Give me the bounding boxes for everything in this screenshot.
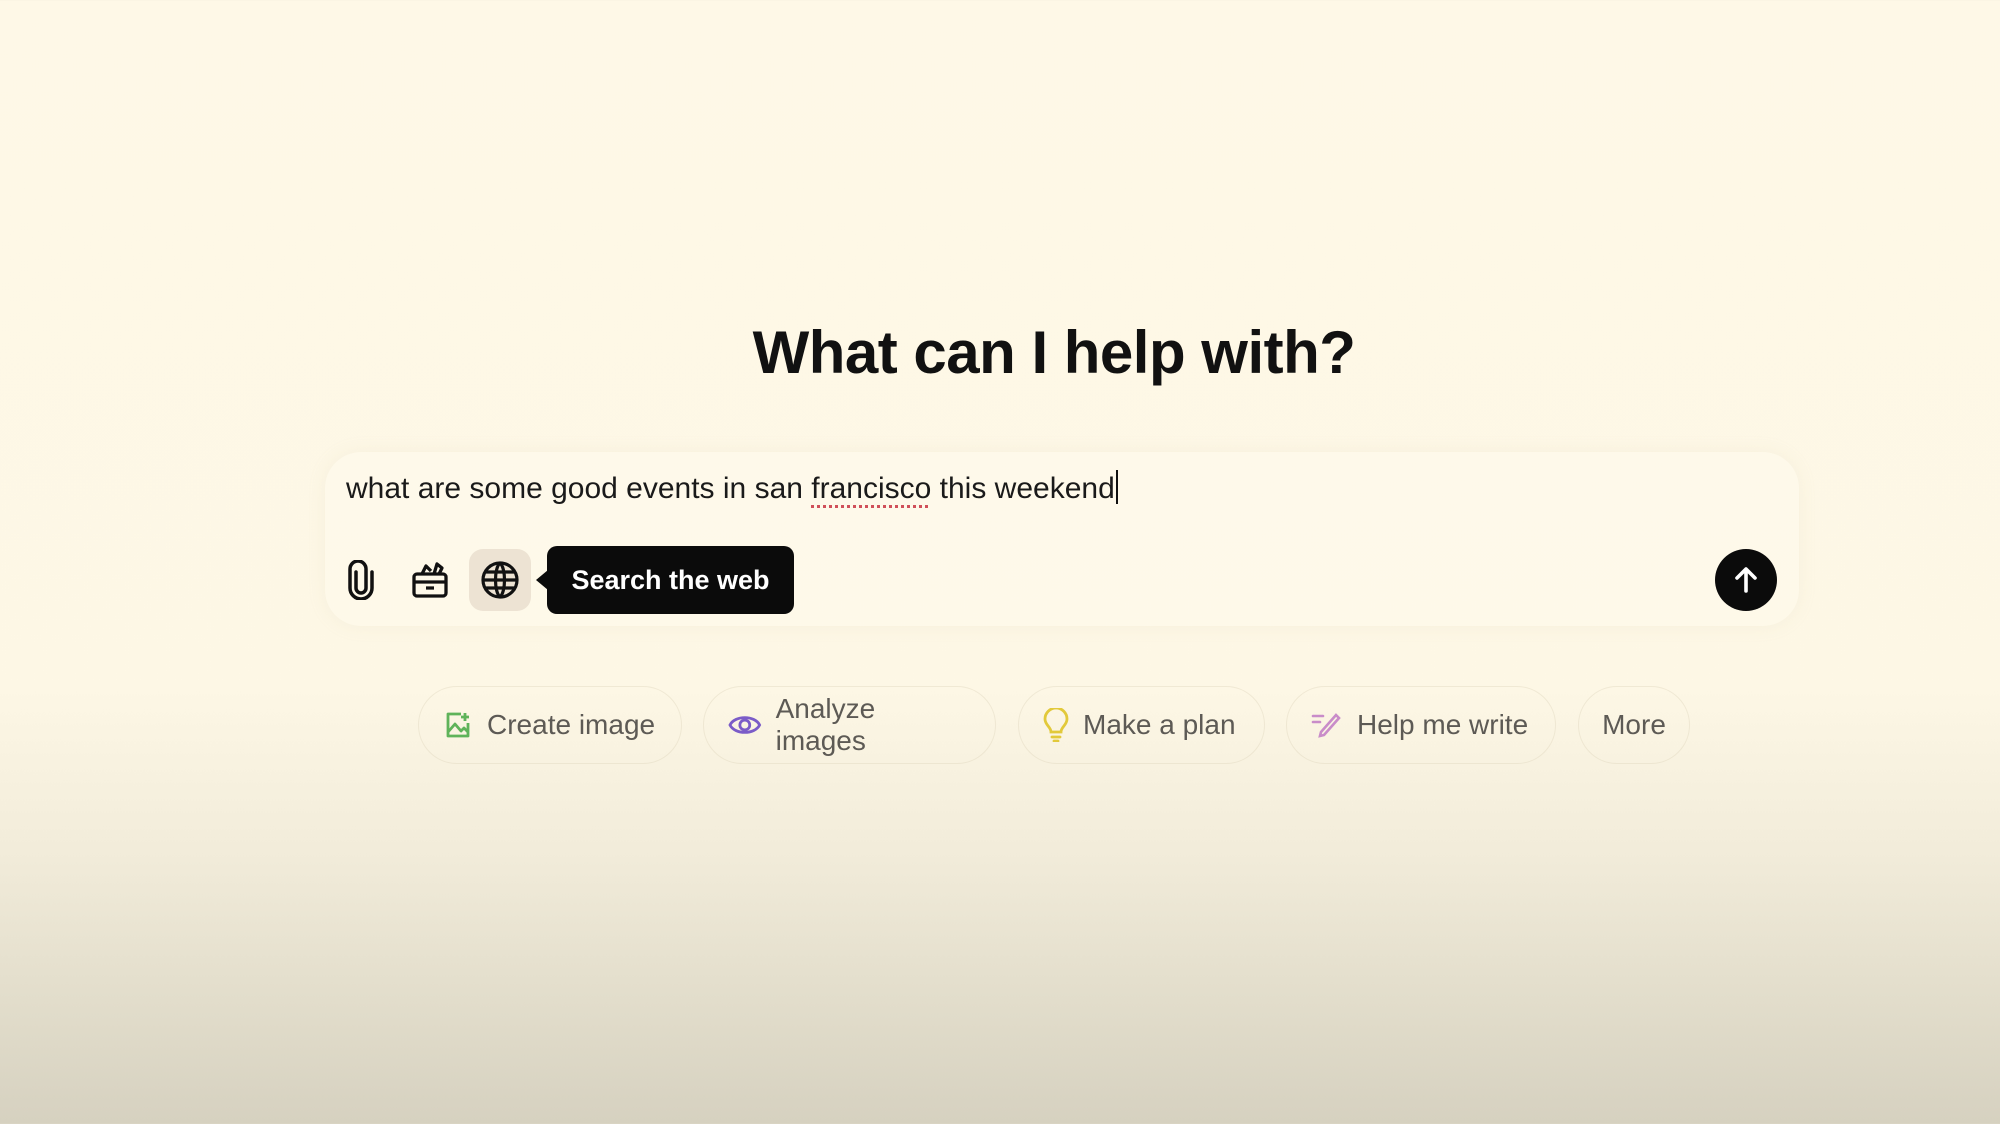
toolbox-icon xyxy=(412,562,448,598)
paperclip-icon xyxy=(348,560,374,600)
prompt-text-misspelled: francisco xyxy=(811,472,932,505)
globe-icon xyxy=(481,561,519,599)
suggestion-more[interactable]: More xyxy=(1578,686,1690,764)
prompt-text-before: what are some good events in san xyxy=(346,472,812,505)
tooltip: Search the web xyxy=(536,546,794,614)
tools-button[interactable] xyxy=(399,549,461,611)
lightbulb-icon xyxy=(1043,708,1069,742)
suggestion-label: Create image xyxy=(487,709,656,740)
image-icon xyxy=(446,712,470,738)
send-button[interactable] xyxy=(1715,549,1777,611)
page-title: What can I help with? xyxy=(752,319,1356,386)
suggestion-label: Help me write xyxy=(1357,709,1529,740)
suggestion-help-me-write[interactable]: Help me write xyxy=(1286,686,1556,764)
prompt-input[interactable]: what are some good events in san francis… xyxy=(346,470,1118,506)
suggestion-make-a-plan[interactable]: Make a plan xyxy=(1018,686,1265,764)
suggestion-analyze-images[interactable]: Analyze images xyxy=(703,686,996,764)
text-caret xyxy=(1115,470,1118,504)
search-web-button[interactable] xyxy=(469,549,531,611)
suggestion-create-image[interactable]: Create image xyxy=(418,686,682,764)
suggestion-label: Make a plan xyxy=(1083,709,1236,740)
eye-icon xyxy=(728,716,762,734)
suggestion-label: More xyxy=(1602,709,1666,740)
pen-icon xyxy=(1311,713,1341,738)
attach-button[interactable] xyxy=(330,549,392,611)
prompt-text-after: this weekend xyxy=(931,472,1115,505)
arrow-up-icon xyxy=(1735,567,1757,593)
suggestion-label: Analyze images xyxy=(775,693,876,756)
